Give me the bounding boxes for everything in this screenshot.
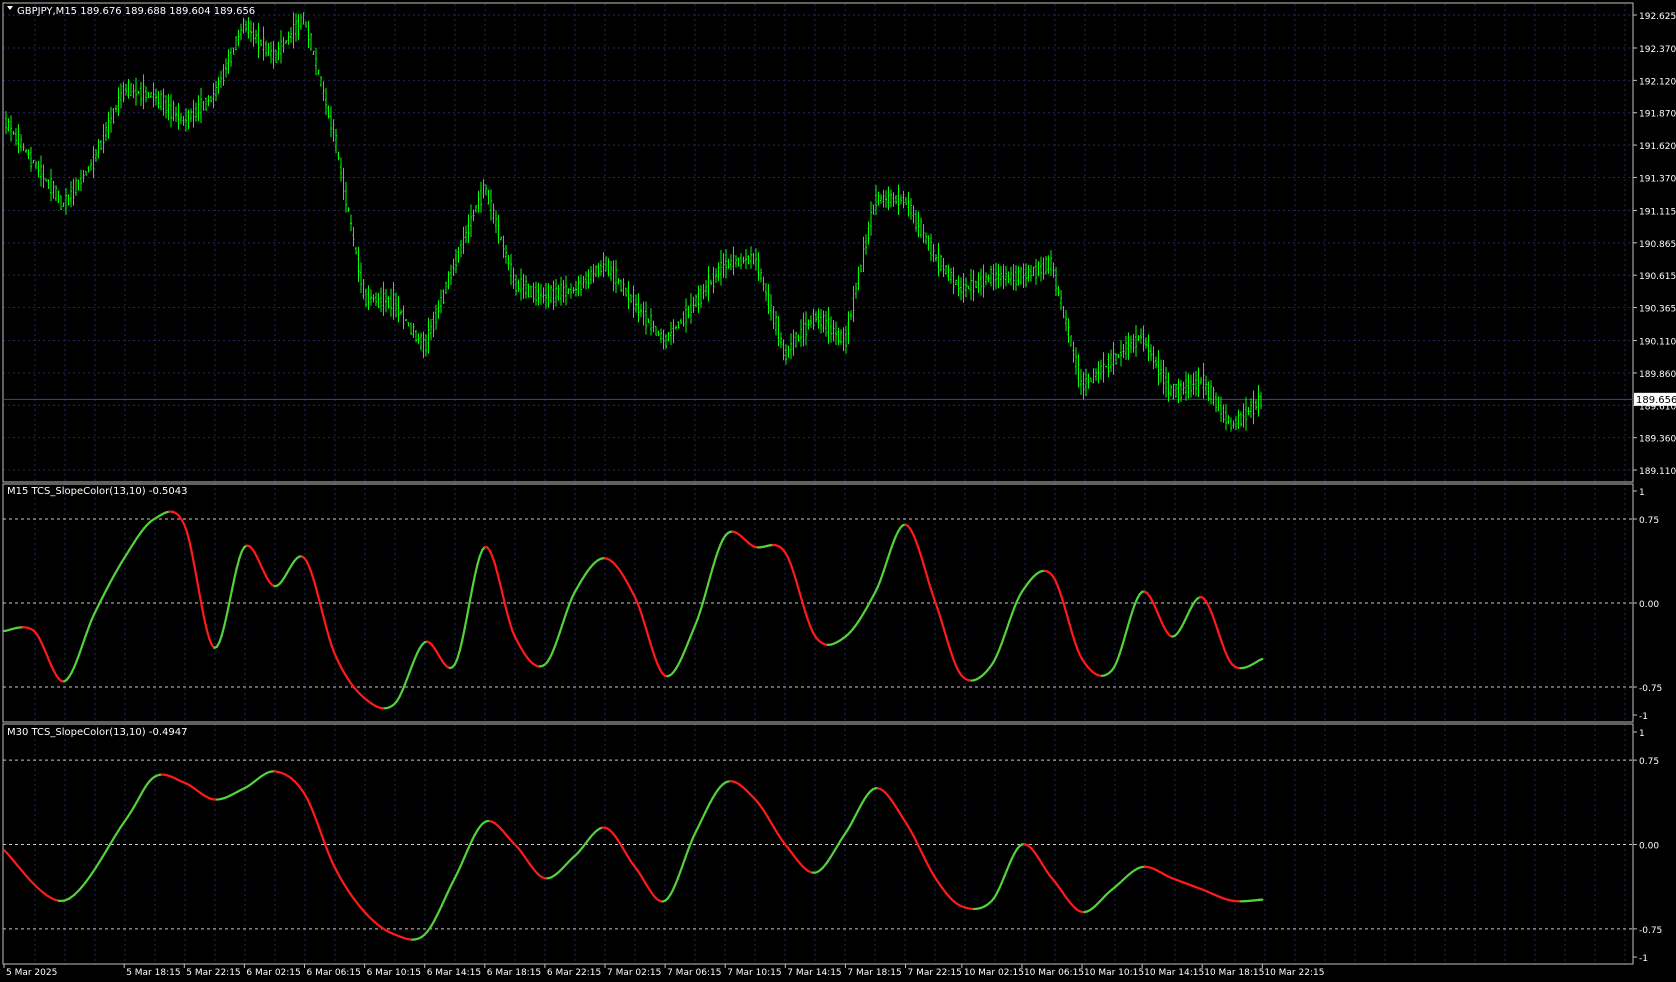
m30-slope-pane[interactable]: 1 0.75 0.00 -0.75 -1 M30 TCS_SlopeColor(13,1… [2,723,1662,965]
price-tick-label: 191.620 [1639,142,1676,152]
time-tick-label: 10 Mar 14:15 [1144,968,1204,978]
price-tick-label: 190.865 [1639,240,1676,250]
slope-segment [1259,657,1264,661]
time-tick-label: 10 Mar 22:15 [1264,968,1324,978]
trading-chart[interactable]: 192.625 192.370 192.120 191.870 191.620 191.3… [0,0,1676,982]
price-tick-label: 190.615 [1639,272,1676,282]
price-tick-label: 192.370 [1639,45,1676,55]
time-tick-label: 5 Mar 22:15 [186,968,240,978]
slope-tick-label: 0.00 [1639,600,1659,610]
time-tick-label: 6 Mar 10:15 [367,968,421,978]
time-tick-label: 6 Mar 22:15 [547,968,601,978]
m15-slope-pane[interactable]: 1 0.75 0.00 -0.75 -1 M15 TCS_SlopeColor(13,1… [2,483,1662,723]
time-tick-label: 6 Mar 14:15 [427,968,481,978]
symbol-header: GBPJPY,M15 189.676 189.688 189.604 189.6… [17,6,255,17]
current-price-tag: 189.656 [1634,392,1676,406]
time-tick-label: 10 Mar 10:15 [1084,968,1144,978]
time-tick-label: 7 Mar 06:15 [667,968,721,978]
time-tick-label: 7 Mar 02:15 [607,968,661,978]
time-tick-label: 6 Mar 02:15 [246,968,300,978]
price-tick-label: 189.360 [1639,435,1676,445]
current-price-label: 189.656 [1636,395,1676,406]
time-tick-label: 5 Mar 18:15 [126,968,180,978]
time-tick-label: 10 Mar 18:15 [1204,968,1264,978]
time-tick-label: 6 Mar 06:15 [307,968,361,978]
time-tick-label: 5 Mar 2025 [6,968,57,978]
time-tick-label: 7 Mar 14:15 [787,968,841,978]
price-tick-label: 189.860 [1639,370,1676,380]
slope-tick-label: -0.75 [1639,926,1662,936]
price-tick-label: 190.110 [1639,338,1676,348]
time-tick-label: 7 Mar 22:15 [908,968,962,978]
price-tick-label: 191.115 [1639,207,1676,217]
price-tick-label: 190.365 [1639,305,1676,315]
chart-background [0,0,1676,982]
m15-slope-label: M15 TCS_SlopeColor(13,10) -0.5043 [7,486,187,497]
slope-tick-label: 0.75 [1639,516,1659,526]
time-tick-label: 6 Mar 18:15 [487,968,541,978]
price-tick-label: 192.120 [1639,77,1676,87]
slope-tick-label: 1 [1639,488,1645,498]
time-tick-label: 7 Mar 18:15 [847,968,901,978]
slope-tick-label: 0.00 [1639,842,1659,852]
time-tick-label: 10 Mar 06:15 [1024,968,1084,978]
slope-tick-label: 0.75 [1639,757,1659,767]
slope-tick-label: -1 [1639,954,1648,964]
slope-tick-label: -1 [1639,712,1648,722]
price-tick-label: 192.625 [1639,12,1676,22]
slope-tick-label: 1 [1639,729,1645,739]
time-tick-label: 10 Mar 02:15 [964,968,1024,978]
price-tick-label: 191.870 [1639,110,1676,120]
slope-tick-label: -0.75 [1639,684,1662,694]
m30-slope-label: M30 TCS_SlopeColor(13,10) -0.4947 [7,727,187,738]
time-tick-label: 7 Mar 10:15 [727,968,781,978]
price-axis: 192.625 192.370 192.120 191.870 191.620 191.3… [1633,12,1676,477]
price-tick-label: 189.110 [1639,467,1676,477]
price-tick-label: 191.370 [1639,174,1676,184]
